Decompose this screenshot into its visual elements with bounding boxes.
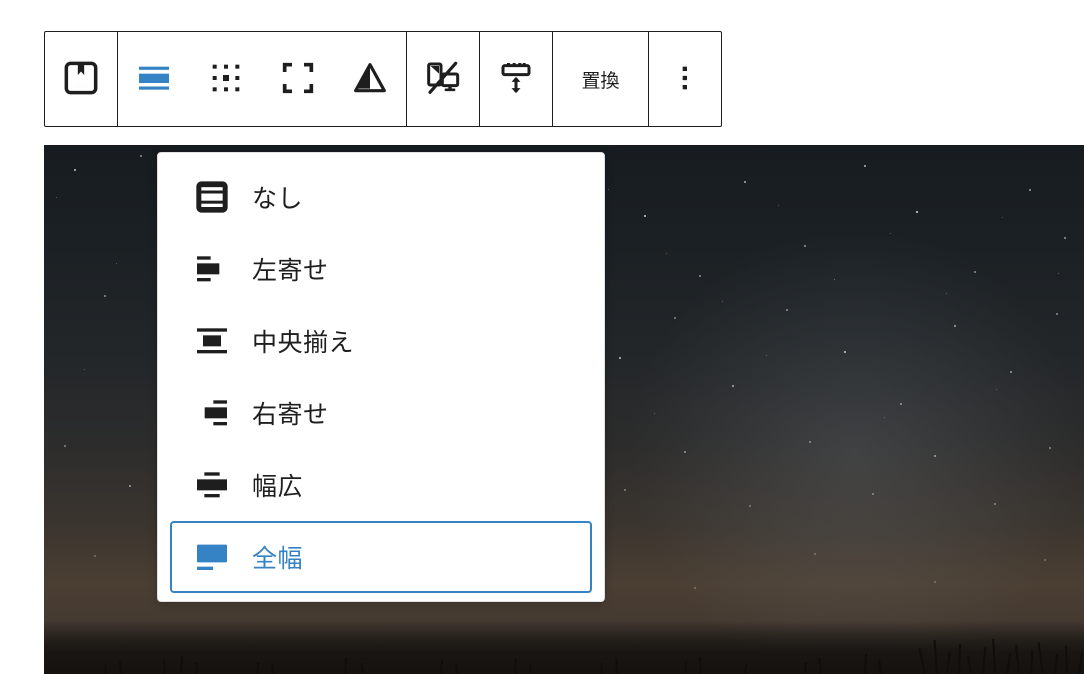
align-none-icon	[192, 177, 232, 217]
focal-point-picker-button[interactable]	[190, 32, 262, 126]
menu-item-align-full[interactable]: 全幅	[170, 521, 592, 593]
align-right-icon	[192, 393, 232, 433]
duotone-triangle-icon	[350, 58, 390, 101]
cover-block-icon-button[interactable]	[45, 32, 117, 126]
menu-item-align-wide[interactable]: 幅広	[170, 449, 592, 521]
crop-corners-icon	[278, 58, 318, 101]
toolbar-group-block-type	[45, 32, 118, 126]
block-vertical-arrow-icon	[496, 58, 536, 101]
toolbar-group-alignment-tools	[118, 32, 407, 126]
toolbar-group-height	[480, 32, 553, 126]
cover-block-icon	[61, 58, 101, 101]
menu-item-label: 幅広	[252, 467, 303, 503]
replace-button[interactable]: 置換	[553, 32, 648, 126]
menu-item-align-left[interactable]: 左寄せ	[170, 233, 592, 305]
align-left-icon	[192, 249, 232, 289]
align-center-icon	[192, 321, 232, 361]
replace-button-label: 置換	[581, 66, 619, 93]
mobile-desktop-slash-icon	[423, 58, 463, 101]
menu-item-label: 全幅	[252, 539, 303, 575]
alignment-dropdown: なし 左寄せ 中央揃え	[157, 152, 605, 602]
align-wide-icon	[192, 465, 232, 505]
crop-button[interactable]	[262, 32, 334, 126]
menu-item-label: 右寄せ	[252, 395, 329, 431]
align-full-icon	[192, 537, 232, 577]
align-full-icon	[134, 58, 174, 101]
grid-dots-icon	[206, 58, 246, 101]
hide-on-device-button[interactable]	[407, 32, 479, 126]
align-full-width-button[interactable]	[118, 32, 190, 126]
duotone-filter-button[interactable]	[334, 32, 406, 126]
menu-item-align-right[interactable]: 右寄せ	[170, 377, 592, 449]
toolbar-group-more-options	[649, 32, 721, 126]
menu-item-label: なし	[252, 179, 303, 215]
menu-item-align-center[interactable]: 中央揃え	[170, 305, 592, 377]
vertical-ellipsis-icon	[665, 58, 705, 101]
menu-item-label: 左寄せ	[252, 251, 329, 287]
menu-item-align-none[interactable]: なし	[170, 161, 592, 233]
block-height-button[interactable]	[480, 32, 552, 126]
star-layer-faint	[44, 145, 45, 146]
menu-item-label: 中央揃え	[252, 323, 354, 359]
toolbar-group-responsive	[407, 32, 480, 126]
block-toolbar: 置換	[44, 31, 722, 127]
more-options-button[interactable]	[649, 32, 721, 126]
screen: タイトルを入力...	[0, 0, 1084, 674]
horizon-gradient	[44, 620, 1084, 674]
toolbar-group-replace: 置換	[553, 32, 649, 126]
